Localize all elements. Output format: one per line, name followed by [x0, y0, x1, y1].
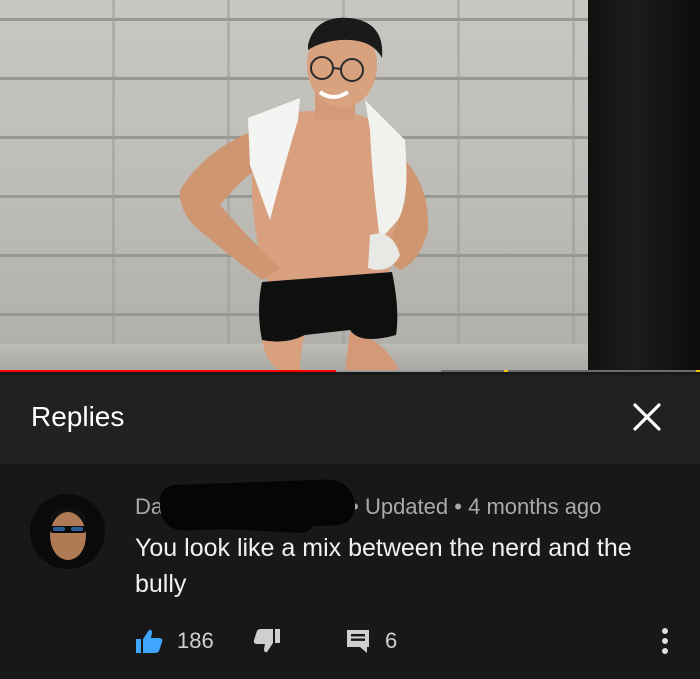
close-button[interactable]: [632, 402, 662, 432]
reply-button[interactable]: 6: [345, 626, 397, 656]
like-count: 186: [177, 628, 214, 653]
thumbs-down-icon: [253, 629, 280, 653]
comment-thread-item: Da • Updated • 4 months ago You look lik…: [0, 464, 700, 679]
like-button[interactable]: 186: [135, 626, 214, 656]
thumbs-up-icon: [136, 629, 163, 653]
close-icon: [633, 403, 661, 431]
replies-header: Replies: [0, 375, 700, 464]
replies-title: Replies: [31, 401, 125, 432]
comment-status: Updated: [364, 494, 449, 519]
ad-marker: [696, 370, 700, 372]
progress-played: [0, 370, 336, 372]
comment-time: 4 months ago: [468, 494, 602, 519]
avatar-image: [30, 494, 105, 569]
video-progress-bar[interactable]: [0, 370, 700, 372]
dislike-button[interactable]: [253, 626, 281, 656]
ad-marker: [504, 370, 508, 372]
video-player[interactable]: [0, 0, 700, 372]
reply-count: 6: [385, 628, 398, 653]
comment-text: You look like a mix between the nerd and…: [135, 534, 632, 598]
video-curtain: [588, 0, 700, 372]
video-person-figure: [179, 17, 429, 372]
meta-separator: •: [454, 494, 462, 519]
more-vert-icon: [662, 628, 668, 654]
more-options-button[interactable]: [658, 626, 672, 656]
avatar[interactable]: [30, 494, 105, 569]
comment-icon: [347, 630, 369, 653]
comment-actions: 186 6: [135, 626, 675, 656]
